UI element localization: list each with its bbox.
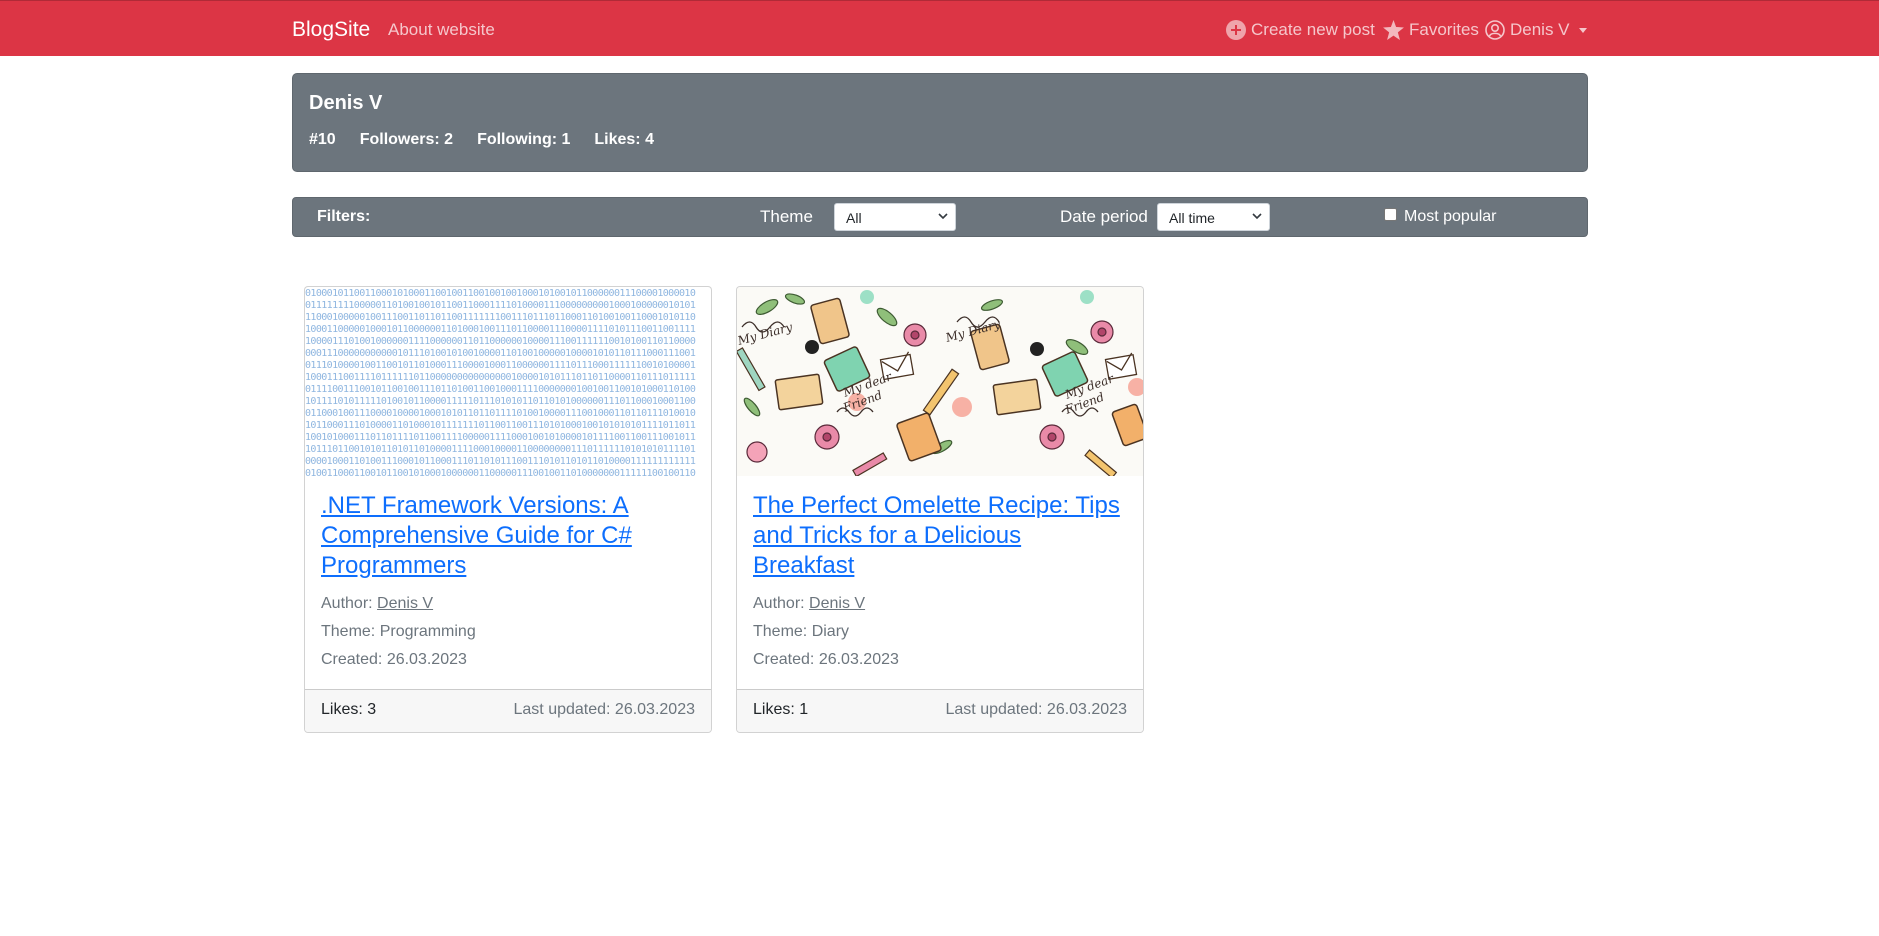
favorites-link[interactable]: Favorites [1383,20,1479,40]
author-label: Author: [753,595,805,612]
profile-panel: Denis V #10 Followers: 2 Following: 1 Li… [292,73,1588,172]
post-meta: Author: Denis V Theme: Programming Creat… [321,590,697,674]
profile-id: #10 [309,131,336,148]
post-last-updated: Last updated: 26.03.2023 [513,701,696,718]
create-post-link[interactable]: Create new post [1226,20,1375,40]
filters-bar: Filters: Theme All Date period All time … [292,197,1588,237]
post-card: My Diary My Diary My dear My dear Friend… [736,286,1144,733]
star-icon [1383,20,1404,40]
brand-link[interactable]: BlogSite [292,18,370,42]
nav-about-link[interactable]: About website [388,20,495,40]
post-title-link[interactable]: The Perfect Omelette Recipe: Tips and Tr… [753,491,1129,581]
post-image-diary: My Diary My Diary My dear My dear Friend… [737,287,1143,476]
post-author: Author: Denis V [321,590,697,618]
theme-filter-label: Theme [760,207,813,226]
likes-count: Likes: 4 [594,131,654,148]
post-theme: Theme: Programming [321,623,476,640]
date-period-label: Date period [1060,207,1148,226]
most-popular-checkbox[interactable] [1384,208,1397,221]
favorites-label: Favorites [1409,20,1479,39]
post-card-footer: Likes: 3 Last updated: 26.03.2023 [305,689,711,732]
post-created: Created: 26.03.2023 [321,651,467,668]
author-link[interactable]: Denis V [809,595,865,612]
navbar: BlogSite About website Create new post F… [0,0,1879,56]
author-link[interactable]: Denis V [377,595,433,612]
profile-name: Denis V [309,92,383,114]
most-popular-label[interactable]: Most popular [1404,208,1497,226]
post-title-link[interactable]: .NET Framework Versions: A Comprehensive… [321,491,697,581]
author-label: Author: [321,595,373,612]
diary-doodle-image: My Diary My Diary My dear My dear Friend… [737,287,1143,476]
followers-count: Followers: 2 [359,131,454,148]
post-meta: Author: Denis V Theme: Diary Created: 26… [753,590,1129,674]
post-image-binary: 0100010110011000101000110010011001001001… [305,288,696,476]
post-card-body: .NET Framework Versions: A Comprehensive… [321,491,697,674]
date-period-select[interactable]: All time [1157,203,1270,231]
post-author: Author: Denis V [753,590,1129,618]
user-name-label: Denis V [1510,20,1570,39]
post-theme: Theme: Diary [753,623,850,640]
post-created: Created: 26.03.2023 [753,651,899,668]
following-count: Following: 1 [477,131,571,148]
filters-title: Filters: [317,208,371,225]
create-post-label: Create new post [1251,20,1375,39]
post-card: 0100010110011000101000110010011001001001… [304,286,712,733]
post-last-updated: Last updated: 26.03.2023 [945,701,1128,718]
date-period-value: All time [1169,210,1215,226]
chevron-down-icon [1578,27,1587,33]
theme-select-value: All [846,210,862,226]
post-card-body: The Perfect Omelette Recipe: Tips and Tr… [753,491,1129,674]
profile-stats: #10 Followers: 2 Following: 1 Likes: 4 [309,131,654,149]
plus-circle-icon [1226,20,1246,40]
user-circle-icon [1485,20,1505,40]
chevron-down-icon [938,213,948,220]
user-menu-dropdown[interactable]: Denis V [1485,20,1587,40]
chevron-down-icon [1252,213,1262,220]
post-likes: Likes: 3 [321,701,377,718]
post-likes: Likes: 1 [753,701,809,718]
theme-select[interactable]: All [834,203,956,231]
post-card-footer: Likes: 1 Last updated: 26.03.2023 [737,689,1143,732]
